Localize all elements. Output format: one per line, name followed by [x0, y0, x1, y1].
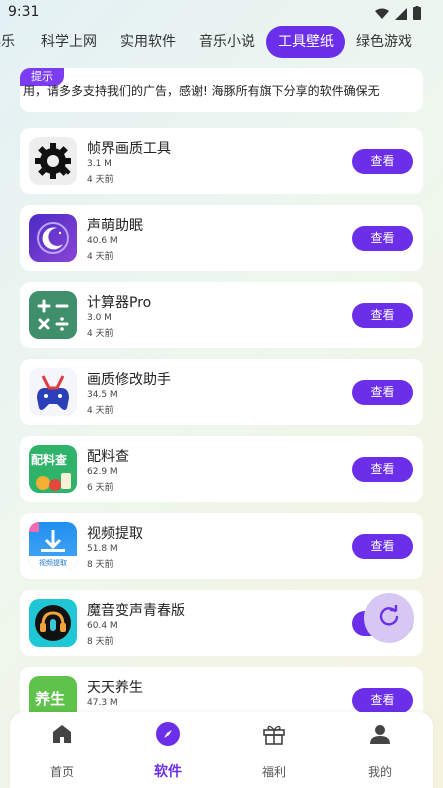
refresh-button[interactable] — [364, 593, 414, 643]
app-time: 6 天前 — [87, 483, 114, 493]
app-name: 声萌助眠 — [87, 218, 143, 234]
view-button[interactable]: 查看 — [352, 149, 413, 174]
view-button[interactable]: 查看 — [352, 303, 413, 328]
bottom-nav: 首页 软件 福利 我的 — [10, 712, 433, 788]
nav-welfare[interactable]: 福利 — [234, 718, 314, 780]
nav-software[interactable]: 软件 — [128, 718, 208, 780]
user-icon — [368, 722, 392, 746]
app-card[interactable]: 视频提取 视频提取 51.8 M 8 天前 查看 — [20, 513, 423, 579]
app-time: 8 天前 — [87, 560, 114, 570]
home-icon — [50, 722, 74, 746]
app-name: 帧界画质工具 — [87, 141, 171, 157]
icon-label: 养生 — [35, 690, 66, 708]
tab-tools-wallpaper[interactable]: 工具壁纸 — [266, 26, 345, 58]
headset-icon — [29, 599, 77, 647]
download-icon: 视频提取 — [29, 522, 77, 570]
app-size: 40.6 M — [87, 236, 118, 246]
calculator-icon — [29, 291, 77, 339]
gamepad-icon — [29, 368, 77, 416]
app-name: 计算器Pro — [87, 295, 152, 311]
status-time: 9:31 — [8, 4, 40, 20]
app-time: 4 天前 — [87, 175, 114, 185]
app-time: 4 天前 — [87, 406, 114, 416]
tab-utility-software[interactable]: 实用软件 — [120, 26, 176, 58]
category-tabs: 娱乐 科学上网 实用软件 音乐小说 工具壁纸 绿色游戏 — [0, 22, 443, 62]
app-card[interactable]: 计算器Pro 3.0 M 4 天前 查看 — [20, 282, 423, 348]
app-name: 视频提取 — [87, 526, 143, 542]
gift-icon — [262, 722, 286, 746]
app-size: 47.3 M — [87, 698, 118, 708]
refresh-icon — [378, 603, 400, 631]
nav-label: 福利 — [261, 765, 286, 779]
app-card[interactable]: 画质修改助手 34.5 M 4 天前 查看 — [20, 359, 423, 425]
view-button[interactable]: 查看 — [352, 688, 413, 713]
app-name: 天天养生 — [87, 680, 143, 696]
compass-icon — [156, 722, 180, 746]
app-size: 51.8 M — [87, 544, 118, 554]
app-card[interactable]: 声萌助眠 40.6 M 4 天前 查看 — [20, 205, 423, 271]
nav-home[interactable]: 首页 — [22, 718, 102, 780]
nav-label: 首页 — [49, 765, 74, 779]
tab-science-internet[interactable]: 科学上网 — [41, 26, 97, 58]
moon-icon — [29, 214, 77, 262]
app-name: 配料查 — [87, 449, 129, 465]
icon-label: 视频提取 — [39, 559, 67, 567]
ingredients-icon: 配料查 — [29, 445, 77, 493]
view-button[interactable]: 查看 — [352, 534, 413, 559]
tab-entertainment[interactable]: 娱乐 — [0, 26, 15, 58]
app-size: 62.9 M — [87, 467, 118, 477]
app-time: 4 天前 — [87, 252, 114, 262]
app-name: 魔音变声青春版 — [87, 603, 185, 619]
app-time: 4 天前 — [87, 329, 114, 339]
app-size: 3.0 M — [87, 313, 112, 323]
view-button[interactable]: 查看 — [352, 457, 413, 482]
app-card[interactable]: 配料查 配料查 62.9 M 6 天前 查看 — [20, 436, 423, 502]
app-card[interactable]: 魔音变声青春版 60.4 M 8 天前 查看 — [20, 590, 423, 656]
tab-green-games[interactable]: 绿色游戏 — [356, 26, 412, 58]
app-size: 3.1 M — [87, 159, 112, 169]
nav-mine[interactable]: 我的 — [340, 718, 420, 780]
nav-label: 软件 — [154, 764, 182, 780]
app-time: 8 天前 — [87, 637, 114, 647]
nav-label: 我的 — [367, 765, 392, 779]
app-size: 60.4 M — [87, 621, 118, 631]
gear-icon — [29, 137, 77, 185]
view-button[interactable]: 查看 — [352, 226, 413, 251]
notice-banner: 提示 用，请多多支持我们的广告，感谢! 海豚所有旗下分享的软件确保无 — [20, 68, 423, 112]
tab-music-novel[interactable]: 音乐小说 — [199, 26, 255, 58]
view-button[interactable]: 查看 — [352, 380, 413, 405]
app-size: 34.5 M — [87, 390, 118, 400]
notice-text: 用，请多多支持我们的广告，感谢! 海豚所有旗下分享的软件确保无 — [23, 84, 380, 98]
app-name: 画质修改助手 — [87, 372, 171, 388]
app-card[interactable]: 帧界画质工具 3.1 M 4 天前 查看 — [20, 128, 423, 194]
icon-label: 配料查 — [31, 453, 68, 467]
